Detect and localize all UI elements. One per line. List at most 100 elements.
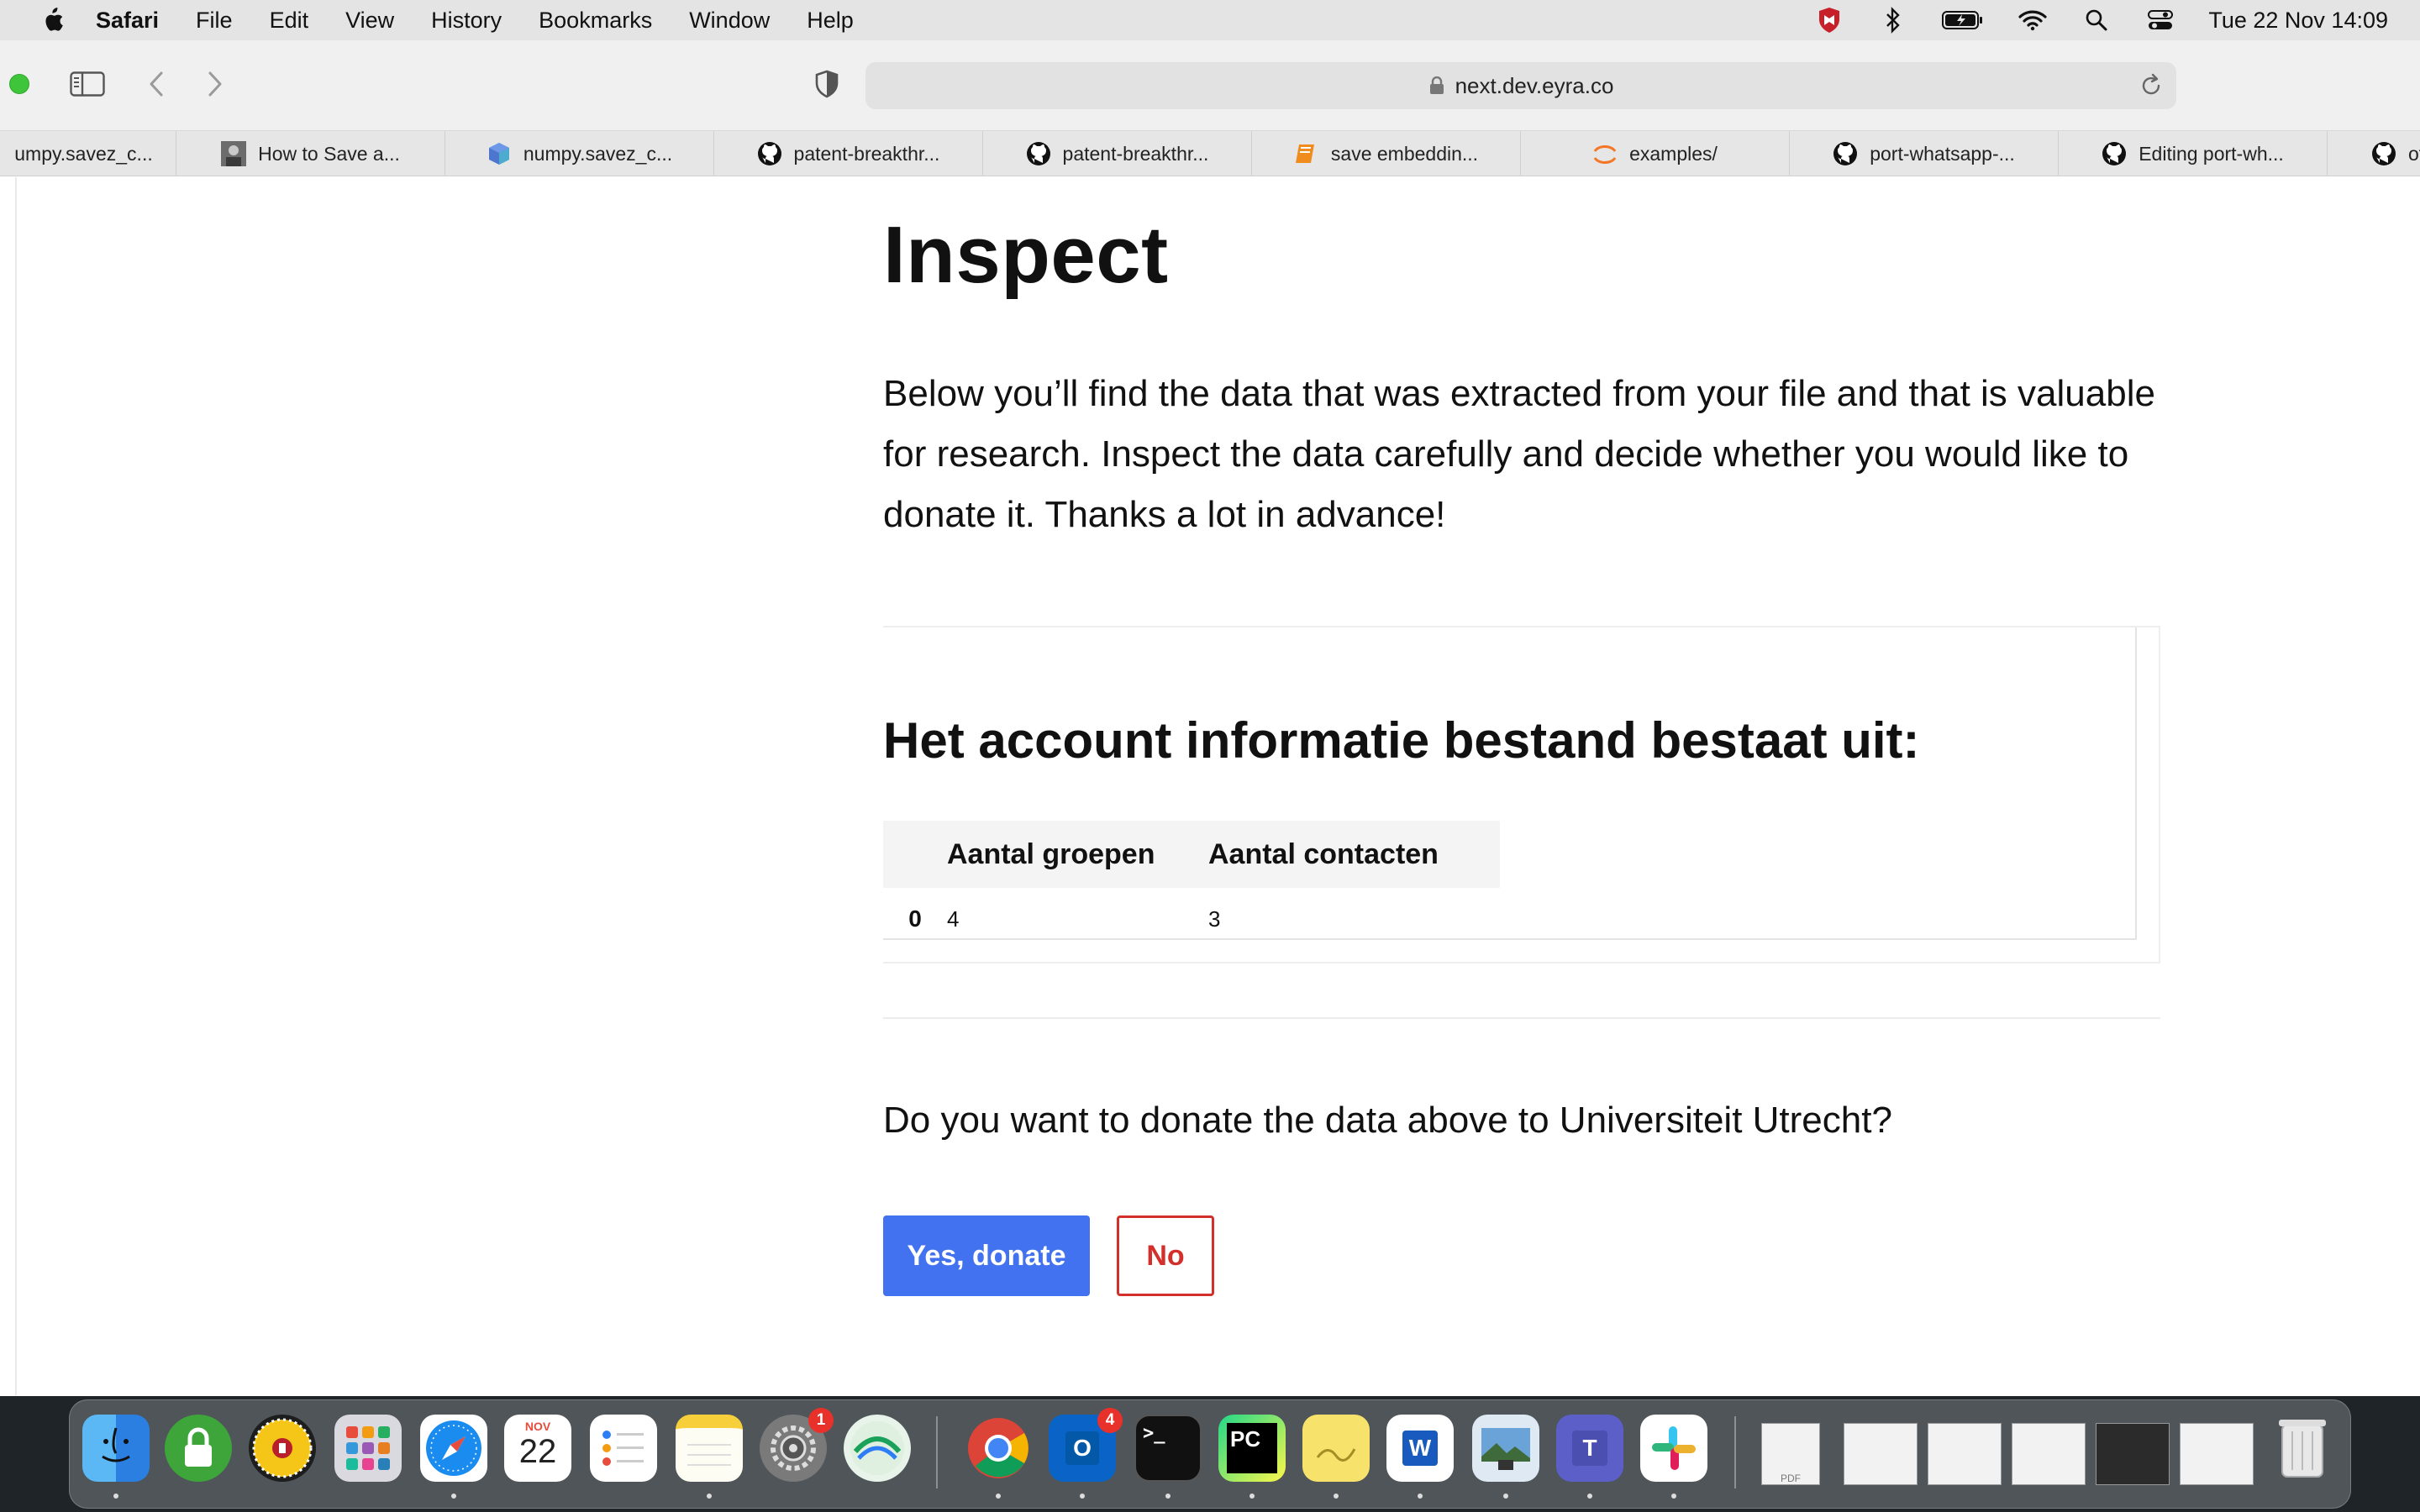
data-table: Aantal groepen Aantal contacten 0 4 3 — [883, 821, 1500, 950]
tab-label: umpy.savez_c... — [14, 142, 153, 165]
preview-icon[interactable] — [1472, 1415, 1539, 1482]
tab-patent-breakthr-1[interactable]: patent-breakthr... — [714, 131, 983, 176]
word-running-indicator — [1418, 1494, 1423, 1499]
table-header-groepen: Aantal groepen — [947, 821, 1208, 888]
menu-history[interactable]: History — [431, 8, 502, 34]
launchpad-icon[interactable] — [334, 1415, 402, 1482]
control-center-icon[interactable] — [2144, 6, 2176, 34]
slack-running-indicator — [1671, 1494, 1676, 1499]
tab-label: save embeddin... — [1330, 142, 1479, 165]
terminal-running-indicator — [1165, 1494, 1171, 1499]
menu-bar-clock[interactable]: Tue 22 Nov 14:09 — [2208, 8, 2388, 34]
tab-save-embeddings[interactable]: save embeddin... — [1252, 131, 1521, 176]
pycharm-window-thumbnail[interactable] — [2096, 1423, 2170, 1485]
trash-icon[interactable] — [2269, 1415, 2336, 1482]
word-letter: W — [1402, 1431, 1438, 1466]
github-favicon-icon — [757, 141, 782, 166]
table-header-index — [883, 821, 947, 888]
notes-icon[interactable] — [676, 1415, 743, 1482]
safari-icon[interactable] — [420, 1415, 487, 1482]
preview-running-indicator — [1503, 1494, 1508, 1499]
notes-window-thumbnail[interactable] — [1928, 1423, 2002, 1485]
page-intro: Below you’ll find the data that was extr… — [883, 373, 2155, 535]
tab-editing-port-whatsapp[interactable]: Editing port-wh... — [2059, 131, 2328, 176]
spotlight-search-icon[interactable] — [2081, 6, 2112, 34]
calendar-icon[interactable]: NOV 22 — [504, 1415, 571, 1482]
finder-window-thumbnail[interactable] — [2012, 1423, 2086, 1485]
settings-badge: 1 — [808, 1408, 834, 1433]
system-settings-icon[interactable]: 1 — [760, 1408, 834, 1482]
menu-edit[interactable]: Edit — [270, 8, 309, 34]
tab-label: ot — [2408, 142, 2420, 165]
tab-label: Editing port-wh... — [2139, 142, 2284, 165]
data-card-inner[interactable]: Het account informatie bestand bestaat u… — [883, 627, 2137, 940]
teams-icon[interactable]: T — [1556, 1415, 1623, 1482]
tab-numpy-savez-1[interactable]: umpy.savez_c... — [0, 131, 176, 176]
forward-icon[interactable] — [195, 64, 235, 104]
word-icon[interactable]: W — [1386, 1415, 1454, 1482]
sidebar-toggle-icon[interactable] — [67, 64, 108, 104]
tab-how-to-save[interactable]: How to Save a... — [176, 131, 445, 176]
browser-toolbar: next.dev.eyra.co — [0, 40, 2420, 131]
stickies-icon[interactable] — [1302, 1415, 1370, 1482]
tab-numpy-savez-2[interactable]: numpy.savez_c... — [445, 131, 714, 176]
chrome-window-thumbnail[interactable] — [1844, 1423, 1918, 1485]
dock-separator — [936, 1416, 938, 1488]
tab-label: port-whatsapp-... — [1870, 142, 2015, 165]
slack-icon[interactable] — [1640, 1415, 1707, 1482]
chrome-icon[interactable] — [965, 1415, 1032, 1482]
window-zoom-button[interactable] — [9, 74, 29, 94]
book-favicon-icon — [1294, 141, 1319, 166]
lock-app-icon[interactable] — [165, 1415, 232, 1482]
terminal-icon[interactable]: >_ — [1134, 1415, 1202, 1482]
sunflower-logo-icon[interactable] — [249, 1415, 316, 1482]
tab-bar: umpy.savez_c... How to Save a... numpy.s… — [0, 131, 2420, 176]
apple-menu-icon[interactable] — [34, 2, 71, 39]
github-favicon-icon — [2102, 141, 2127, 166]
pycharm-icon[interactable]: PC — [1218, 1415, 1286, 1482]
outlook-icon[interactable]: O 4 — [1049, 1408, 1123, 1482]
numpy-favicon-icon — [487, 141, 512, 166]
tab-partial-last[interactable]: ot — [2328, 131, 2420, 176]
calendar-day: 22 — [518, 1433, 557, 1470]
finder-running-indicator — [113, 1494, 118, 1499]
pycharm-letters: PC — [1227, 1423, 1277, 1473]
privacy-shield-icon[interactable] — [807, 64, 847, 104]
reload-icon[interactable] — [2138, 72, 2165, 99]
no-button[interactable]: No — [1117, 1215, 1214, 1296]
outlook-letter: O — [1065, 1431, 1099, 1465]
chrome-running-indicator — [996, 1494, 1001, 1499]
dock-separator — [1734, 1416, 1736, 1488]
tab-label: numpy.savez_c... — [523, 142, 673, 165]
tab-port-whatsapp[interactable]: port-whatsapp-... — [1790, 131, 2059, 176]
address-bar[interactable]: next.dev.eyra.co — [865, 62, 2176, 109]
menu-file[interactable]: File — [196, 8, 233, 34]
menu-help[interactable]: Help — [807, 8, 854, 34]
calendar-month: NOV — [524, 1420, 551, 1433]
menu-view[interactable]: View — [345, 8, 394, 34]
data-card: Het account informatie bestand bestaat u… — [883, 626, 2160, 963]
window-thumbnail[interactable] — [2180, 1423, 2254, 1485]
tab-patent-breakthr-2[interactable]: patent-breakthr... — [983, 131, 1252, 176]
bluetooth-icon[interactable] — [1877, 6, 1909, 34]
menu-app-name[interactable]: Safari — [96, 8, 159, 34]
pycharm-running-indicator — [1249, 1494, 1255, 1499]
tab-examples[interactable]: examples/ — [1521, 131, 1790, 176]
yes-donate-button[interactable]: Yes, donate — [883, 1215, 1090, 1296]
menu-window[interactable]: Window — [689, 8, 770, 34]
wifi-icon[interactable] — [2017, 6, 2049, 34]
finder-icon[interactable] — [82, 1415, 150, 1482]
tab-label: patent-breakthr... — [1062, 142, 1209, 165]
table-cell-groepen: 4 — [947, 906, 960, 932]
pdf-document-icon[interactable]: PDF — [1761, 1423, 1820, 1485]
address-url: next.dev.eyra.co — [1455, 72, 1614, 98]
menu-bookmarks[interactable]: Bookmarks — [539, 8, 652, 34]
maps-globe-icon[interactable] — [844, 1415, 911, 1482]
battery-icon[interactable] — [1941, 6, 1985, 34]
back-icon[interactable] — [136, 64, 176, 104]
mcafee-shield-icon[interactable] — [1813, 6, 1845, 34]
menu-bar: Safari File Edit View History Bookmarks … — [0, 0, 2420, 40]
pdf-label: PDF — [1781, 1473, 1801, 1484]
tab-label: examples/ — [1629, 142, 1718, 165]
reminders-icon[interactable] — [590, 1415, 657, 1482]
